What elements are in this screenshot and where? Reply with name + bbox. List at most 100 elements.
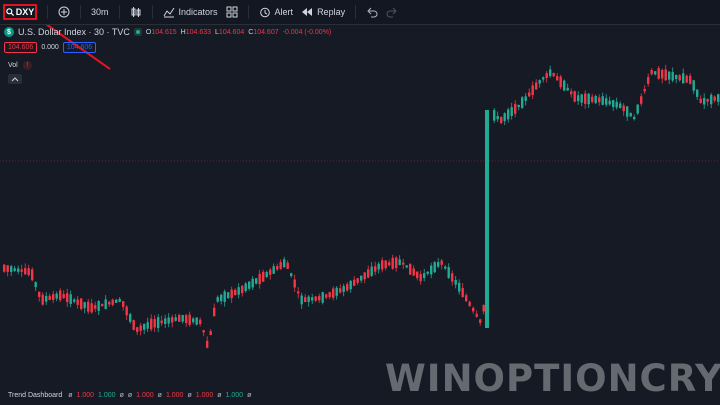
candle-body [461, 287, 464, 297]
candle-body [167, 317, 170, 324]
candle-body [55, 293, 58, 299]
candle-body [423, 273, 426, 278]
symbol-title[interactable]: U.S. Dollar Index · 30 · TVC [18, 27, 130, 37]
candle-body [608, 100, 611, 105]
candle-body [241, 285, 244, 294]
candle-body [237, 287, 240, 295]
candle-body [192, 318, 195, 323]
candle-body [479, 319, 482, 323]
alert-label: Alert [274, 7, 294, 17]
candle-body [601, 96, 604, 105]
candle-body [258, 273, 261, 285]
chevron-up-icon [11, 77, 19, 82]
candle-body [283, 259, 286, 268]
volume-label[interactable]: Vol [8, 62, 18, 69]
candle-body [391, 257, 394, 269]
candle-body [444, 266, 447, 269]
candle-body [297, 291, 300, 294]
candle-body [661, 69, 664, 79]
candle-body [220, 294, 223, 302]
redo-icon [386, 6, 398, 18]
sell-price-button[interactable]: 104.606 [4, 42, 38, 53]
candle-body [160, 320, 163, 324]
alert-button[interactable]: Alert [255, 2, 298, 22]
candle-body [272, 266, 275, 274]
candle-body [545, 73, 548, 78]
candle-body [360, 275, 363, 281]
candle-body [356, 278, 359, 283]
symbol-search-button[interactable]: DXY [3, 4, 37, 20]
candle-body [311, 297, 314, 301]
candle-body [367, 269, 370, 278]
candle-body [132, 320, 135, 330]
buy-price-button[interactable]: 104.606 [62, 42, 97, 53]
spread-value: 0.000 [41, 44, 59, 51]
chart-type-button[interactable] [126, 2, 146, 22]
collapse-legend-button[interactable] [8, 74, 22, 84]
candle-body [437, 262, 440, 267]
layouts-button[interactable] [222, 2, 242, 22]
candle-body [594, 95, 597, 104]
grid-icon [226, 6, 238, 18]
candle-body [38, 291, 41, 297]
candle-body [549, 69, 552, 77]
replay-button[interactable]: Replay [297, 2, 349, 22]
redo-button[interactable] [382, 2, 402, 22]
candle-body [500, 116, 503, 124]
candle-body [185, 315, 188, 323]
candle-body [80, 298, 83, 309]
candle-body [521, 97, 524, 109]
candles [3, 64, 720, 349]
candle-body [118, 299, 121, 302]
candle-body [111, 299, 114, 305]
candle-body [447, 267, 450, 278]
candle-body [213, 307, 216, 317]
top-toolbar: DXY 30m Indicators Alert Replay [0, 0, 720, 25]
indicators-button[interactable]: Indicators [159, 2, 222, 22]
candle-body [566, 87, 569, 91]
replay-label: Replay [317, 7, 346, 17]
interval-button[interactable]: 30m [87, 2, 113, 22]
candle-body [556, 76, 559, 81]
candle-body [370, 266, 373, 276]
candle-body [325, 294, 328, 298]
candle-body [615, 101, 618, 108]
candle-body [279, 262, 282, 269]
candle-body [328, 292, 331, 298]
candle-body [115, 299, 118, 303]
dashboard-value: 1.000 [98, 392, 116, 399]
candle-body [286, 262, 289, 269]
candle-body [517, 104, 520, 108]
undo-button[interactable] [362, 2, 382, 22]
candle-body [307, 296, 310, 302]
candle-body [475, 313, 478, 317]
candle-body [678, 75, 681, 81]
symbol-legend: $ U.S. Dollar Index · 30 · TVC O104.615 … [4, 27, 331, 37]
candle-body [685, 75, 688, 83]
candle-body [17, 268, 20, 272]
candle-body [710, 94, 713, 105]
candle-body [199, 319, 202, 324]
candle-body [143, 323, 146, 330]
candle-body [643, 88, 646, 92]
candle-body [59, 290, 62, 301]
candle-body [216, 297, 219, 302]
warning-icon[interactable]: ! [22, 61, 32, 70]
candle-body [507, 109, 510, 120]
dashboard-value: 1.000 [225, 392, 244, 399]
candle-body [209, 330, 212, 336]
candle-body [524, 96, 527, 101]
compare-add-button[interactable] [54, 2, 74, 22]
candle-body [510, 107, 513, 116]
price-chart[interactable] [0, 0, 720, 405]
candle-body [682, 73, 685, 84]
candle-body [570, 91, 573, 95]
symbol-logo: $ [4, 27, 14, 37]
candle-body [388, 262, 391, 266]
candle-body [251, 278, 254, 288]
candle-body [405, 265, 408, 268]
candle-body [398, 259, 401, 266]
candle-body [276, 266, 279, 270]
candle-body [20, 269, 23, 272]
candle-body [451, 273, 454, 282]
